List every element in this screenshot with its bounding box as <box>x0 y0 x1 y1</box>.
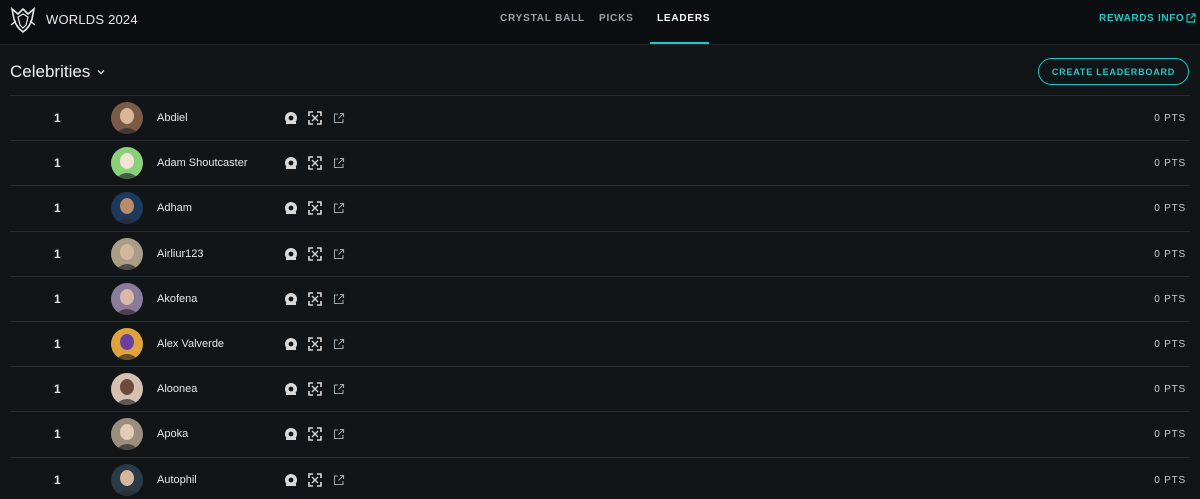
external-link-icon[interactable] <box>333 338 345 350</box>
stream-icon[interactable] <box>284 382 298 396</box>
create-leaderboard-button[interactable]: CREATE LEADERBOARD <box>1038 58 1189 85</box>
expand-icon[interactable] <box>308 427 322 442</box>
points: 0 PTS <box>1154 474 1186 486</box>
stream-icon[interactable] <box>284 427 298 441</box>
player-name[interactable]: Adham <box>157 202 192 214</box>
stream-icon[interactable] <box>284 247 298 261</box>
stream-icon[interactable] <box>284 156 298 170</box>
active-tab-indicator <box>650 42 709 44</box>
leaderboard-row[interactable]: 1 Apoka 0 PTS <box>10 411 1190 456</box>
external-link-icon[interactable] <box>333 202 345 214</box>
leaderboard-row[interactable]: 1 Alex Valverde 0 PTS <box>10 320 1190 366</box>
rank: 1 <box>54 336 61 351</box>
external-link-icon[interactable] <box>1186 13 1196 23</box>
tab-crystal-ball[interactable]: CRYSTAL BALL <box>500 13 585 24</box>
stream-icon[interactable] <box>284 473 298 487</box>
rank: 1 <box>54 382 61 397</box>
external-link-icon[interactable] <box>333 248 345 260</box>
expand-icon[interactable] <box>308 201 322 216</box>
avatar[interactable] <box>111 463 143 496</box>
rank: 1 <box>54 201 61 216</box>
player-name[interactable]: Airliur123 <box>157 248 203 260</box>
leaderboard-filter-dropdown[interactable]: Celebrities <box>10 62 106 82</box>
external-link-icon[interactable] <box>333 428 345 440</box>
expand-icon[interactable] <box>308 472 322 487</box>
leaderboard-row[interactable]: 1 Akofena 0 PTS <box>10 275 1190 321</box>
stream-icon[interactable] <box>284 292 298 306</box>
external-link-icon[interactable] <box>333 112 345 124</box>
stream-icon[interactable] <box>284 111 298 125</box>
player-name[interactable]: Autophil <box>157 474 197 486</box>
player-name[interactable]: Apoka <box>157 428 188 440</box>
player-name[interactable]: Abdiel <box>157 112 188 124</box>
points: 0 PTS <box>1154 429 1186 441</box>
player-name[interactable]: Alex Valverde <box>157 338 224 350</box>
external-link-icon[interactable] <box>333 383 345 395</box>
worlds-logo-icon[interactable] <box>8 5 38 35</box>
external-link-icon[interactable] <box>333 474 345 486</box>
player-name[interactable]: Aloonea <box>157 383 197 395</box>
external-link-icon[interactable] <box>333 157 345 169</box>
tab-picks[interactable]: PICKS <box>599 13 634 24</box>
leaderboard-row[interactable]: 1 Aloonea 0 PTS <box>10 366 1190 411</box>
leaderboard-row[interactable]: 1 Airliur123 0 PTS <box>10 230 1190 276</box>
filter-label: Celebrities <box>10 62 91 81</box>
points: 0 PTS <box>1154 293 1186 305</box>
expand-icon[interactable] <box>308 246 322 261</box>
expand-icon[interactable] <box>308 111 322 125</box>
points: 0 PTS <box>1154 203 1186 215</box>
leaderboard-list: 1 Abdiel 0 PTS 1 Adam Shoutcaster 0 PTS … <box>10 95 1190 499</box>
leaderboard-row[interactable]: 1 Autophil 0 PTS <box>10 456 1190 499</box>
rank: 1 <box>54 246 61 261</box>
top-bar: WORLDS 2024 CRYSTAL BALL PICKS LEADERS R… <box>0 0 1200 45</box>
rank: 1 <box>54 291 61 306</box>
expand-icon[interactable] <box>308 337 322 351</box>
external-link-icon[interactable] <box>333 293 345 305</box>
avatar[interactable] <box>111 147 143 180</box>
avatar[interactable] <box>111 373 143 406</box>
rank: 1 <box>54 111 61 125</box>
avatar[interactable] <box>111 418 143 451</box>
chevron-down-icon <box>97 70 105 75</box>
expand-icon[interactable] <box>308 156 322 170</box>
expand-icon[interactable] <box>308 291 322 306</box>
rank: 1 <box>54 156 61 171</box>
avatar[interactable] <box>111 237 143 270</box>
points: 0 PTS <box>1154 338 1186 350</box>
rank: 1 <box>54 427 61 442</box>
info-link[interactable]: INFO <box>1158 13 1184 24</box>
rewards-link[interactable]: REWARDS <box>1099 13 1154 24</box>
points: 0 PTS <box>1154 113 1186 124</box>
rank: 1 <box>54 472 61 487</box>
avatar[interactable] <box>111 282 143 315</box>
points: 0 PTS <box>1154 248 1186 260</box>
avatar[interactable] <box>111 192 143 225</box>
stream-icon[interactable] <box>284 201 298 215</box>
expand-icon[interactable] <box>308 382 322 396</box>
points: 0 PTS <box>1154 384 1186 396</box>
player-name[interactable]: Akofena <box>157 293 197 305</box>
avatar[interactable] <box>111 327 143 360</box>
tab-leaders[interactable]: LEADERS <box>657 13 710 24</box>
leaderboard-row[interactable]: 1 Adham 0 PTS <box>10 185 1190 230</box>
stream-icon[interactable] <box>284 337 298 351</box>
leaderboard-row[interactable]: 1 Adam Shoutcaster 0 PTS <box>10 140 1190 185</box>
player-name[interactable]: Adam Shoutcaster <box>157 157 248 169</box>
brand-title: WORLDS 2024 <box>46 12 138 27</box>
points: 0 PTS <box>1154 158 1186 170</box>
avatar[interactable] <box>111 102 143 134</box>
leaderboard-row[interactable]: 1 Abdiel 0 PTS <box>10 95 1190 140</box>
